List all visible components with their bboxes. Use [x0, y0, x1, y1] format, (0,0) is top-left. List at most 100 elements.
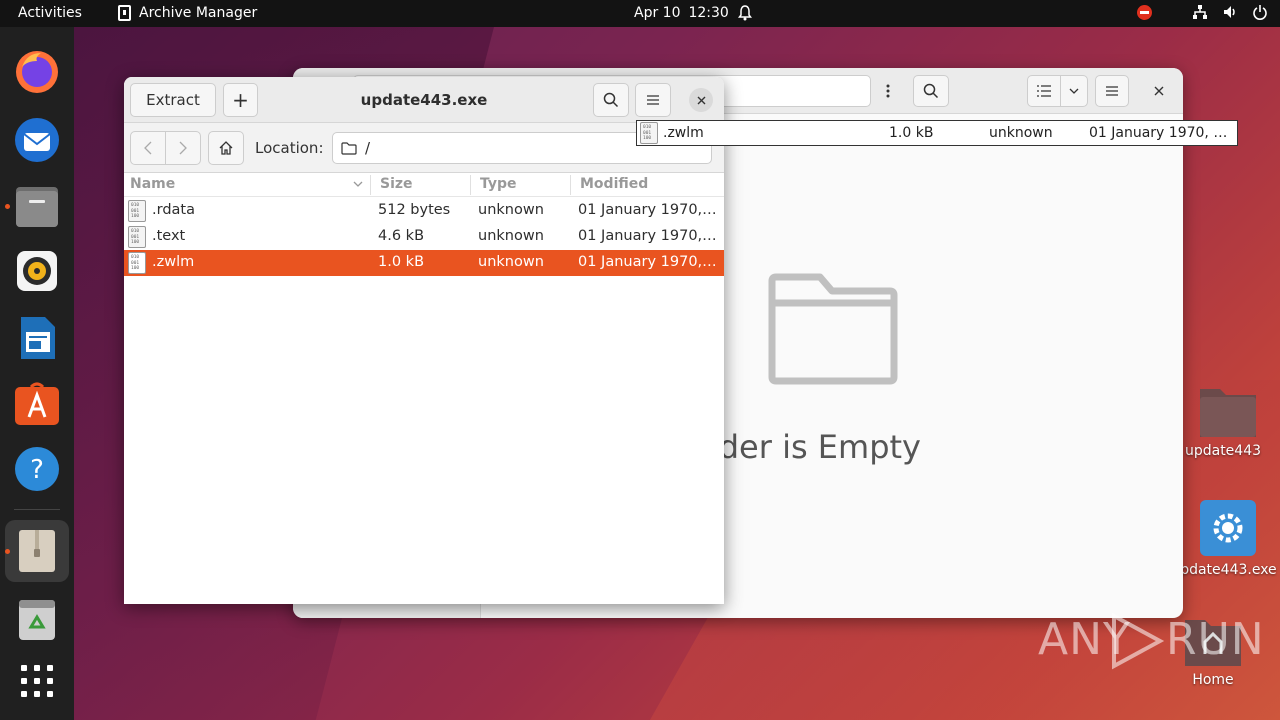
empty-folder-message: Folder is Empty: [673, 428, 921, 466]
files-icon[interactable]: [13, 182, 61, 230]
column-divider: [470, 175, 471, 195]
file-row-zwlm[interactable]: 010 001 100 .zwlm 1.0 kB unknown 01 Januar…: [124, 250, 724, 276]
file-size: 512 bytes: [378, 202, 451, 218]
column-modified[interactable]: Modified: [580, 176, 648, 192]
desktop-icon-label: update443: [1184, 443, 1262, 459]
close-icon: [697, 96, 705, 104]
app-center-icon[interactable]: [13, 379, 61, 427]
files-menu-button[interactable]: [1095, 75, 1129, 107]
close-button[interactable]: [689, 88, 713, 112]
running-indicator: [5, 204, 10, 209]
drag-name: .zwlm: [663, 125, 704, 141]
play-logo-icon: [1112, 612, 1165, 670]
clock[interactable]: Apr 10 12:30: [634, 5, 729, 21]
desktop-file-update443-exe[interactable]: update443.exe: [1171, 498, 1280, 578]
column-divider: [370, 175, 371, 195]
file-size: 1.0 kB: [378, 254, 425, 270]
notification-bell-icon[interactable]: [738, 5, 752, 21]
files-more-button[interactable]: [872, 75, 904, 107]
files-view-toggle[interactable]: [1027, 75, 1061, 107]
drag-modified: 01 January 1970, …: [1089, 125, 1228, 141]
app-menu[interactable]: Archive Manager: [118, 5, 257, 21]
drag-preview-row: 010 001 100 .zwlm 1.0 kB unknown 01 Januar…: [636, 120, 1238, 146]
svg-text:?: ?: [30, 455, 44, 485]
chevron-down-icon: [1069, 88, 1079, 94]
column-divider: [570, 175, 571, 195]
file-row-text[interactable]: 010 001 100 .text 4.6 kB unknown 01 Januar…: [124, 224, 724, 250]
top-bar: Activities Archive Manager Apr 10 12:30: [0, 0, 1280, 27]
location-label: Location:: [255, 139, 324, 157]
activities-button[interactable]: Activities: [18, 5, 82, 21]
power-icon[interactable]: [1252, 4, 1268, 20]
dock-separator: [14, 509, 60, 510]
folder-icon: [341, 141, 357, 155]
writer-icon[interactable]: [13, 314, 61, 362]
main-menu-button[interactable]: [635, 83, 671, 117]
files-search-button[interactable]: [913, 75, 949, 107]
binary-file-icon: 010 001 100: [640, 122, 658, 144]
help-icon[interactable]: ?: [13, 445, 61, 493]
home-button[interactable]: [208, 131, 244, 165]
file-name: .zwlm: [152, 254, 195, 270]
executable-gear-icon: [1200, 500, 1256, 556]
thunderbird-icon[interactable]: [13, 115, 61, 163]
anyrun-watermark: ANY RUN: [1038, 612, 1264, 672]
trash-icon[interactable]: [13, 595, 61, 643]
back-button[interactable]: [130, 131, 166, 165]
search-icon: [603, 92, 619, 108]
archive-app-icon: [118, 5, 131, 21]
clock-time: 12:30: [688, 5, 729, 21]
dock: ?: [0, 27, 74, 720]
files-close-button[interactable]: [1145, 75, 1173, 107]
binary-file-icon: 010 001 100: [128, 200, 146, 222]
drag-size: 1.0 kB: [889, 125, 934, 141]
desktop-folder-update443[interactable]: update443: [1176, 385, 1280, 459]
desktop-icon-label: update443.exe: [1171, 562, 1277, 578]
forward-button[interactable]: [165, 131, 201, 165]
file-name: .rdata: [152, 202, 195, 218]
search-button[interactable]: [593, 83, 629, 117]
close-icon: [1154, 86, 1164, 96]
column-size[interactable]: Size: [380, 176, 413, 192]
rhythmbox-icon[interactable]: [13, 247, 61, 295]
column-name[interactable]: Name: [130, 176, 175, 192]
network-icon[interactable]: [1192, 4, 1208, 20]
file-size: 4.6 kB: [378, 228, 425, 244]
extract-button[interactable]: Extract: [130, 83, 216, 117]
file-type: unknown: [478, 202, 544, 218]
vertical-dots-icon: [886, 84, 890, 98]
app-name: Archive Manager: [139, 5, 258, 21]
column-type[interactable]: Type: [480, 176, 517, 192]
location-value: /: [365, 139, 371, 157]
file-modified: 01 January 1970,…: [578, 254, 717, 270]
archive-manager-icon[interactable]: [13, 527, 61, 575]
add-files-button[interactable]: +: [223, 83, 258, 117]
clock-date: Apr 10: [634, 5, 681, 21]
file-name: .text: [152, 228, 186, 244]
watermark-right: RUN: [1166, 614, 1265, 665]
system-tray[interactable]: [1137, 4, 1268, 20]
running-indicator: [5, 549, 10, 554]
home-icon: [219, 141, 233, 155]
list-view-icon: [1037, 85, 1051, 97]
folder-icon: [1200, 389, 1256, 437]
location-bar: Location: /: [124, 123, 724, 173]
binary-file-icon: 010 001 100: [128, 252, 146, 274]
binary-file-icon: 010 001 100: [128, 226, 146, 248]
do-not-disturb-icon[interactable]: [1137, 4, 1152, 20]
desktop-icon-label: Home: [1192, 672, 1234, 688]
column-header: Name Size Type Modified: [124, 173, 724, 197]
archive-manager-window[interactable]: Extract + update443.exe Location: / Name: [124, 77, 724, 604]
file-type: unknown: [478, 254, 544, 270]
search-icon: [923, 83, 939, 99]
show-apps-icon[interactable]: [13, 657, 61, 705]
drag-type: unknown: [989, 125, 1053, 141]
volume-icon[interactable]: [1222, 4, 1238, 20]
chevron-right-icon: [179, 141, 187, 155]
files-view-options[interactable]: [1060, 75, 1088, 107]
sort-chevron-down-icon: [353, 181, 363, 187]
file-row-rdata[interactable]: 010 001 100 .rdata 512 bytes unknown 01 Ja…: [124, 198, 724, 224]
firefox-icon[interactable]: [13, 47, 61, 95]
file-modified: 01 January 1970,…: [578, 202, 717, 218]
file-type: unknown: [478, 228, 544, 244]
